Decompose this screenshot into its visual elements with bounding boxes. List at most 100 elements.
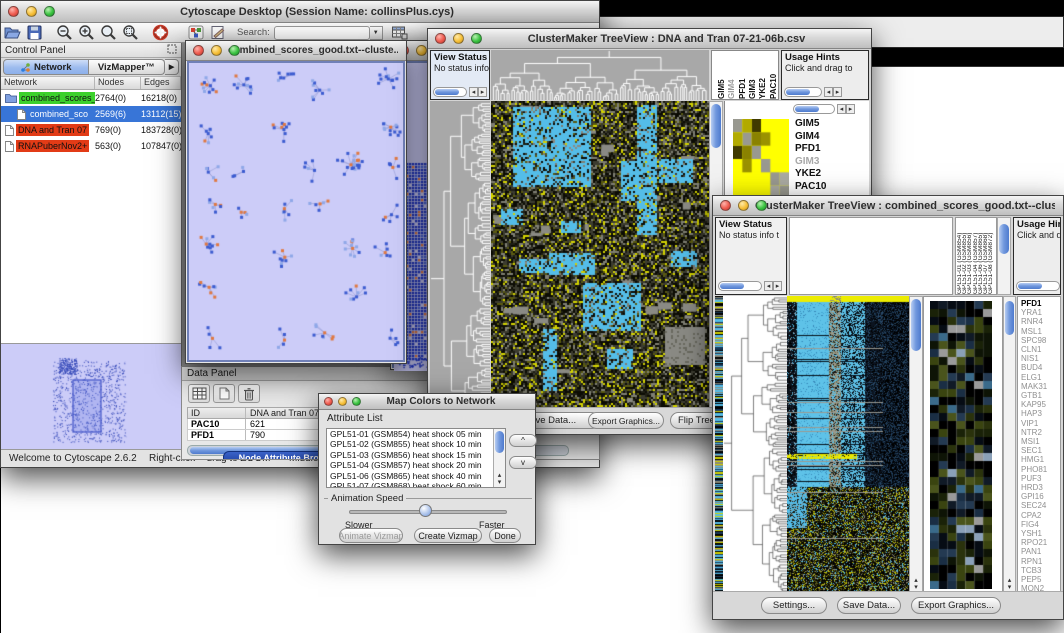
move-up-button[interactable]: ^	[509, 434, 537, 447]
zoom-in-icon[interactable]	[75, 24, 97, 42]
gene-label[interactable]: PHO81	[1021, 465, 1060, 474]
gene-label[interactable]: NIS1	[1021, 354, 1060, 363]
scrollbar-track[interactable]	[718, 281, 762, 291]
animate-vizmap-button[interactable]: Animate Vizmap	[339, 528, 403, 543]
gene-label[interactable]: FIG4	[1021, 520, 1060, 529]
scrollbar-thumb[interactable]	[1005, 301, 1014, 335]
gene-label[interactable]: BUD4	[1021, 363, 1060, 372]
scroll-left-icon[interactable]: ◂	[469, 87, 478, 97]
column-label[interactable]: PAC10	[769, 51, 778, 99]
zoom-button[interactable]	[44, 6, 55, 17]
close-button[interactable]	[435, 33, 446, 44]
zoom-button[interactable]	[229, 45, 240, 56]
gene-label[interactable]: PFD1	[795, 143, 827, 156]
gene-label[interactable]: MAK31	[1021, 382, 1060, 391]
vizmapper-icon[interactable]	[185, 24, 207, 42]
close-button[interactable]	[8, 6, 19, 17]
gene-label[interactable]: MSI1	[1021, 437, 1060, 446]
gene-label[interactable]: SEC24	[1021, 501, 1060, 510]
horizontal-scrollbar[interactable]: ◂▸	[718, 280, 782, 291]
vertical-scrollbar[interactable]: ▴▾	[909, 296, 923, 593]
attribute-item[interactable]: GPL51-03 (GSM856) heat shock 15 min	[327, 450, 505, 460]
minimize-button[interactable]	[211, 45, 222, 56]
scrollbar-track[interactable]	[784, 87, 822, 97]
column-label[interactable]: GIM5	[717, 51, 726, 99]
attribute-listbox[interactable]: GPL51-01 (GSM854) heat shock 05 minGPL51…	[326, 428, 506, 488]
search-dropdown-button[interactable]: ▼	[370, 26, 383, 40]
horizontal-scrollbar[interactable]: ◂▸	[793, 103, 855, 114]
minimize-button[interactable]	[738, 200, 749, 211]
global-overview-strip-canvas[interactable]	[715, 296, 723, 593]
export-graphics-button[interactable]: Export Graphics...	[588, 412, 664, 429]
speed-slider-thumb[interactable]	[419, 504, 432, 517]
gene-label[interactable]: YRA1	[1021, 308, 1060, 317]
gene-label[interactable]: GIM3	[795, 156, 827, 169]
scroll-down-icon[interactable]: ▾	[914, 584, 918, 591]
attribute-select-icon[interactable]	[188, 384, 210, 403]
zoom-out-icon[interactable]	[53, 24, 75, 42]
minimize-button[interactable]	[26, 6, 37, 17]
gene-label[interactable]: ELG1	[1021, 373, 1060, 382]
column-label[interactable]: GPL51-08 (GSM872)	[988, 218, 993, 294]
gene-label[interactable]: CPA2	[1021, 511, 1060, 520]
window-titlebar[interactable]: ClusterMaker TreeView : DNA and Tran 07-…	[428, 29, 871, 49]
close-button[interactable]	[193, 45, 204, 56]
close-button[interactable]	[324, 397, 333, 406]
settings-button[interactable]: Settings...	[761, 597, 827, 614]
scroll-right-icon[interactable]: ▸	[773, 281, 782, 291]
gene-label[interactable]: PAN1	[1021, 547, 1060, 556]
column-header-id[interactable]: ID	[188, 408, 246, 418]
column-label[interactable]: PFD1	[738, 51, 747, 99]
tab-network[interactable]: Network	[3, 59, 89, 75]
zoom-button[interactable]	[756, 200, 767, 211]
gene-label[interactable]: TCB3	[1021, 566, 1060, 575]
scrollbar-thumb[interactable]	[786, 89, 810, 95]
column-label[interactable]: YKE2	[758, 51, 767, 99]
new-attribute-icon[interactable]	[213, 384, 235, 403]
minimize-button[interactable]	[416, 45, 427, 56]
help-lifesaver-icon[interactable]	[149, 24, 171, 42]
scrollbar-track[interactable]	[793, 104, 835, 114]
gene-label[interactable]: GIM5	[795, 118, 827, 131]
vertical-scrollbar[interactable]: ▴▾	[1003, 296, 1016, 593]
network-list-row[interactable]: RNAPuberNov2+563(0)107847(0)	[1, 138, 181, 154]
main-titlebar[interactable]: Cytoscape Desktop (Session Name: collins…	[1, 1, 599, 23]
move-down-button[interactable]: v	[509, 456, 537, 469]
column-header-edges[interactable]: Edges	[141, 77, 181, 89]
network-overview-canvas[interactable]	[1, 344, 180, 448]
gene-label[interactable]: GTB1	[1021, 391, 1060, 400]
column-header-nodes[interactable]: Nodes	[95, 77, 141, 89]
row-dendrogram-canvas[interactable]	[430, 101, 490, 409]
export-graphics-button[interactable]: Export Graphics...	[911, 597, 1001, 614]
search-input[interactable]	[274, 26, 370, 40]
dialog-titlebar[interactable]: Map Colors to Network	[319, 394, 535, 410]
gene-label[interactable]: YSH1	[1021, 529, 1060, 538]
gene-label[interactable]: CLN1	[1021, 345, 1060, 354]
scroll-up-icon[interactable]: ▴	[914, 577, 918, 584]
attribute-item[interactable]: GPL51-02 (GSM855) heat shock 10 min	[327, 439, 505, 449]
gene-label[interactable]: KAP95	[1021, 400, 1060, 409]
zoom-button[interactable]	[471, 33, 482, 44]
window-titlebar[interactable]: ClusterMaker TreeView : combined_scores_…	[713, 196, 1063, 216]
gene-label[interactable]: RPN1	[1021, 557, 1060, 566]
create-vizmap-button[interactable]: Create Vizmap	[414, 528, 482, 543]
vertical-scrollbar[interactable]	[997, 217, 1011, 295]
gene-label[interactable]: MSL1	[1021, 327, 1060, 336]
window-titlebar[interactable]: combined_scores_good.txt--cluste...	[186, 41, 406, 61]
scrollbar-thumb[interactable]	[495, 431, 504, 453]
column-label[interactable]: GPL51-04 (GSM857)	[973, 218, 978, 294]
attribute-item[interactable]: GPL51-07 (GSM868) heat shock 60 min	[327, 481, 505, 488]
heatmap-canvas[interactable]	[491, 101, 709, 409]
scroll-left-icon[interactable]: ◂	[764, 281, 773, 291]
scrollbar-thumb[interactable]	[711, 104, 721, 148]
scrollbar-thumb[interactable]	[795, 106, 819, 112]
scroll-up-icon[interactable]: ▴	[1008, 577, 1012, 584]
scroll-right-icon[interactable]: ▸	[846, 104, 855, 114]
zoom-button[interactable]	[352, 397, 361, 406]
attribute-item[interactable]: GPL51-06 (GSM865) heat shock 40 min	[327, 471, 505, 481]
network-list-row[interactable]: combined_sco2569(6)13112(15)	[1, 106, 181, 122]
column-dendrogram-canvas[interactable]	[491, 50, 709, 100]
gene-label[interactable]: VIP1	[1021, 419, 1060, 428]
scrollbar-track[interactable]	[1016, 281, 1060, 291]
import-table-icon[interactable]	[389, 24, 411, 42]
